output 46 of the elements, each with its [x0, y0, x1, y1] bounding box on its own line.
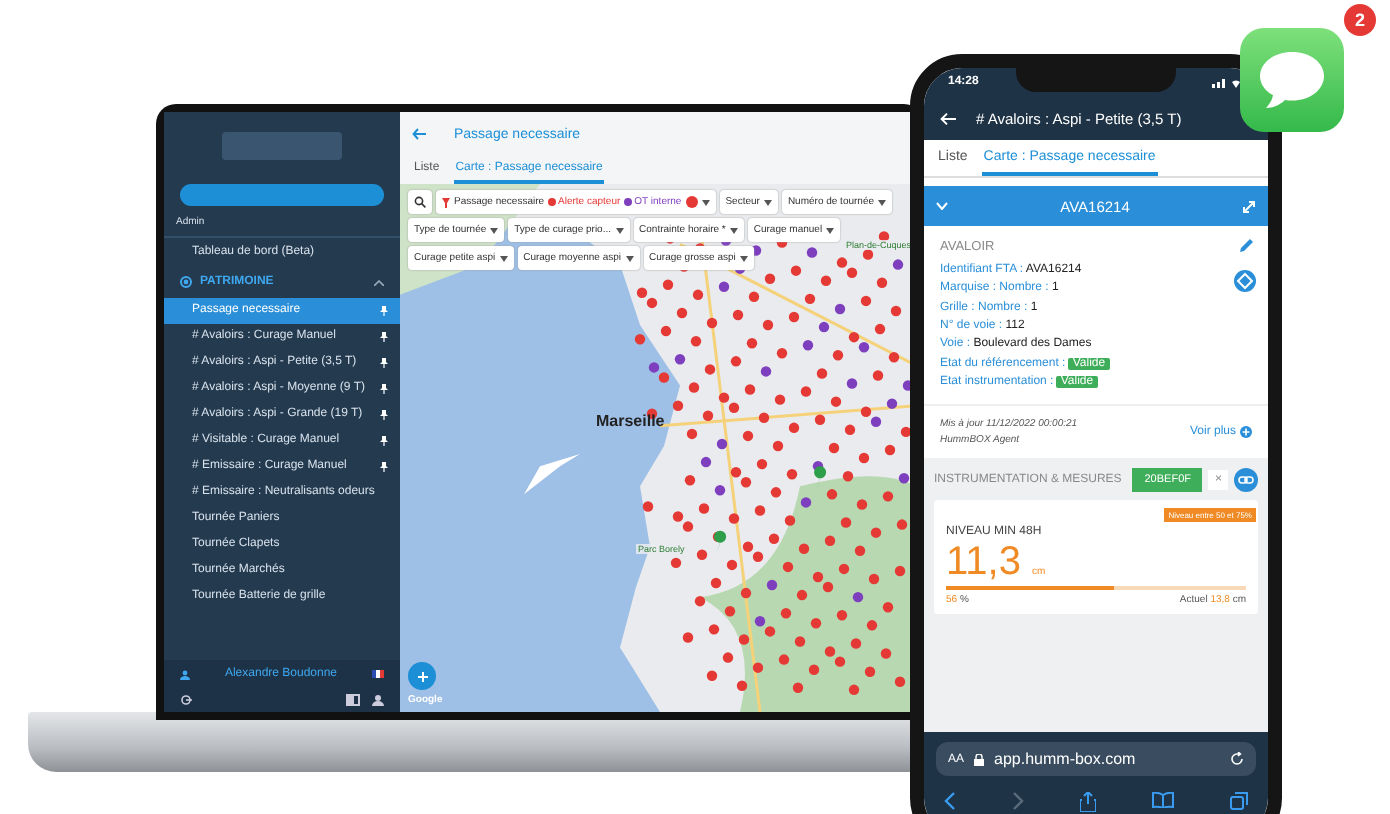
edit-icon[interactable] [1237, 238, 1253, 254]
caret-icon [615, 227, 624, 233]
messages-app-icon[interactable] [1240, 28, 1344, 132]
panel-icon[interactable] [346, 694, 360, 706]
search-button[interactable] [408, 190, 432, 214]
filter-icon [442, 197, 450, 207]
alert-icon [685, 196, 698, 208]
pin-icon[interactable] [380, 358, 388, 368]
flag-icon[interactable] [372, 670, 384, 678]
speech-bubble-icon [1258, 50, 1326, 110]
navigation-icon[interactable] [1234, 270, 1256, 292]
caret-icon [701, 199, 710, 205]
plus-icon [417, 671, 427, 681]
pin-icon[interactable] [380, 384, 388, 394]
notification-badge: 2 [1344, 4, 1376, 36]
user-icon[interactable] [372, 694, 384, 706]
caret-icon [763, 199, 772, 205]
pin-icon[interactable] [380, 332, 388, 342]
tabs-icon[interactable] [1230, 792, 1248, 810]
reload-icon[interactable] [1230, 752, 1244, 766]
url-text: app.humm-box.com [994, 750, 1138, 768]
plus-icon [1240, 426, 1252, 439]
caret-icon [878, 199, 887, 205]
caret-icon [826, 227, 835, 233]
link-icon[interactable] [1234, 468, 1258, 493]
account-selector[interactable] [180, 184, 384, 206]
caret-icon [490, 227, 499, 233]
back-icon[interactable] [944, 792, 956, 810]
logo-placeholder [222, 132, 342, 160]
signal-icon [1212, 76, 1244, 88]
caret-icon [729, 227, 738, 233]
pin-icon[interactable] [380, 462, 388, 472]
search-icon [414, 196, 426, 208]
book-icon[interactable] [1152, 792, 1174, 808]
expand-icon [1242, 199, 1256, 213]
lock-icon [974, 753, 985, 765]
logout-icon[interactable] [180, 694, 192, 706]
caret-icon [499, 255, 508, 261]
pin-icon[interactable] [380, 436, 388, 446]
caret-icon [739, 255, 748, 261]
user-icon [180, 669, 190, 679]
circle-icon [180, 276, 192, 288]
share-icon[interactable] [1080, 792, 1096, 812]
pin-icon[interactable] [380, 410, 388, 420]
caret-icon [625, 255, 634, 261]
map-label: Marseille [596, 412, 665, 430]
